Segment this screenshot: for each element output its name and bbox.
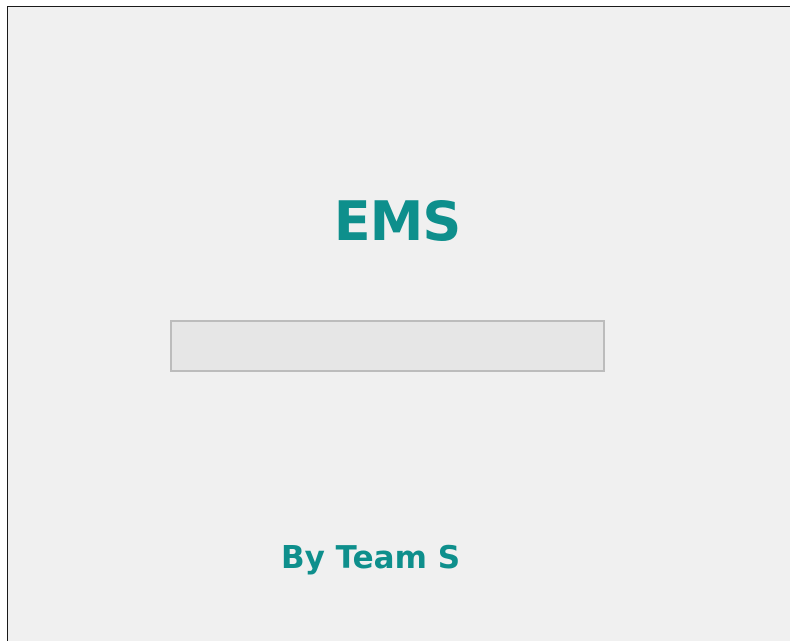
splash-window: EMS By Team S: [7, 6, 790, 641]
credit-label: By Team S: [281, 540, 461, 576]
app-title: EMS: [333, 190, 462, 253]
loading-progress-bar: [170, 320, 605, 372]
